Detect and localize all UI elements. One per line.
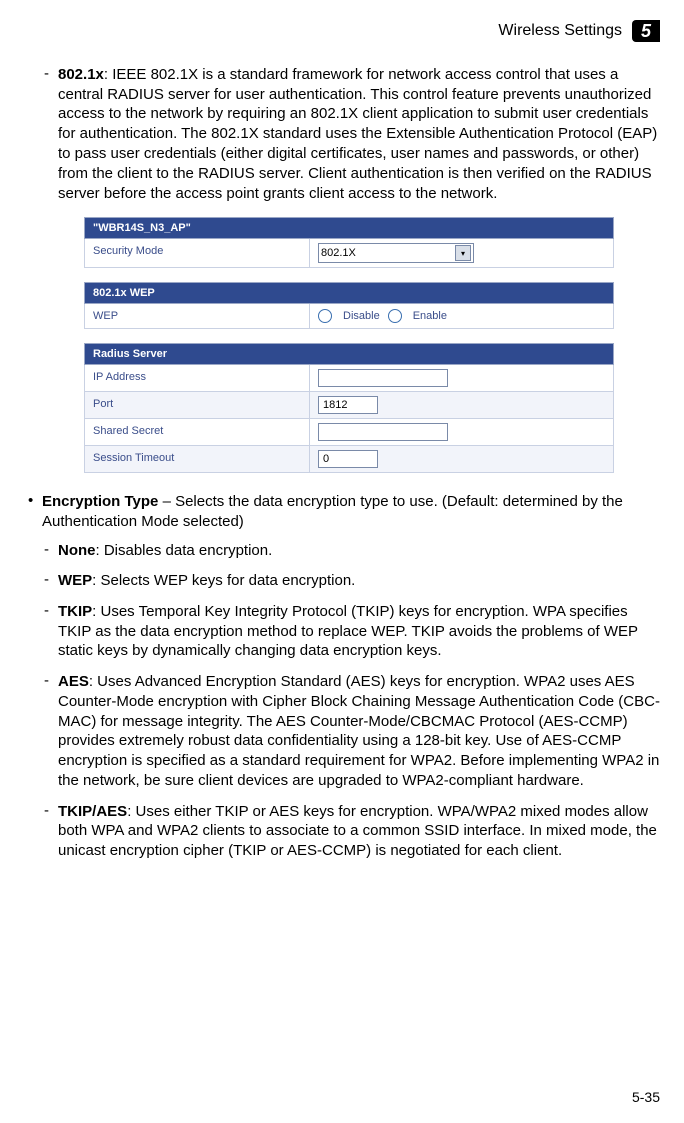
label-secret: Shared Secret xyxy=(85,419,310,445)
term-tkipaes: TKIP/AES xyxy=(58,803,127,820)
item-none: - None: Disables data encryption. xyxy=(44,540,660,561)
timeout-input[interactable] xyxy=(318,450,378,468)
term-8021x: 802.1x xyxy=(58,66,104,83)
section-title: Wireless Settings xyxy=(498,22,622,40)
page: Wireless Settings 5 - 802.1x: IEEE 802.1… xyxy=(0,0,684,1123)
desc-none: : Disables data encryption. xyxy=(96,542,273,559)
chevron-down-icon: ▾ xyxy=(455,245,471,261)
label-port: Port xyxy=(85,392,310,418)
term-wep: WEP xyxy=(58,572,92,589)
item-aes: - AES: Uses Advanced Encryption Standard… xyxy=(44,671,660,791)
row-ip: IP Address xyxy=(84,365,614,392)
desc-tkipaes: : Uses either TKIP or AES keys for encry… xyxy=(58,803,657,860)
label-timeout: Session Timeout xyxy=(85,446,310,472)
security-mode-select[interactable]: 802.1X ▾ xyxy=(318,243,474,263)
chapter-badge: 5 xyxy=(632,20,660,42)
label-security-mode: Security Mode xyxy=(85,239,310,267)
label-wep: WEP xyxy=(85,304,310,328)
item-tkip: - TKIP: Uses Temporal Key Integrity Prot… xyxy=(44,601,660,661)
label-ip: IP Address xyxy=(85,365,310,391)
security-mode-value: 802.1X xyxy=(321,247,356,259)
item-tkipaes: - TKIP/AES: Uses either TKIP or AES keys… xyxy=(44,801,660,861)
desc-tkip: : Uses Temporal Key Integrity Protocol (… xyxy=(58,603,638,660)
desc-aes: : Uses Advanced Encryption Standard (AES… xyxy=(58,673,660,789)
term-aes: AES xyxy=(58,673,89,690)
wep-enable-radio[interactable] xyxy=(388,309,402,323)
row-security-mode: Security Mode 802.1X ▾ xyxy=(84,239,614,268)
wep-header: 802.1x WEP xyxy=(84,282,614,304)
term-tkip: TKIP xyxy=(58,603,92,620)
ap-header: "WBR14S_N3_AP" xyxy=(84,217,614,239)
term-encryption-type: Encryption Type xyxy=(42,493,158,510)
row-secret: Shared Secret xyxy=(84,419,614,446)
row-timeout: Session Timeout xyxy=(84,446,614,473)
row-port: Port xyxy=(84,392,614,419)
page-header: Wireless Settings 5 xyxy=(24,20,660,42)
row-wep: WEP Disable Enable xyxy=(84,304,614,329)
ip-input[interactable] xyxy=(318,369,448,387)
radius-header: Radius Server xyxy=(84,343,614,365)
term-none: None xyxy=(58,542,96,559)
wep-disable-label: Disable xyxy=(343,310,380,322)
desc-8021x: : IEEE 802.1X is a standard framework fo… xyxy=(58,66,657,202)
item-8021x: - 802.1x: IEEE 802.1X is a standard fram… xyxy=(44,64,660,203)
port-input[interactable] xyxy=(318,396,378,414)
desc-wep: : Selects WEP keys for data encryption. xyxy=(92,572,355,589)
wep-enable-label: Enable xyxy=(413,310,447,322)
config-screenshot: "WBR14S_N3_AP" Security Mode 802.1X ▾ 80… xyxy=(84,217,614,473)
item-wep: - WEP: Selects WEP keys for data encrypt… xyxy=(44,570,660,591)
page-number: 5-35 xyxy=(632,1089,660,1105)
wep-disable-radio[interactable] xyxy=(318,309,332,323)
secret-input[interactable] xyxy=(318,423,448,441)
item-encryption-type: • Encryption Type – Selects the data enc… xyxy=(28,491,660,531)
